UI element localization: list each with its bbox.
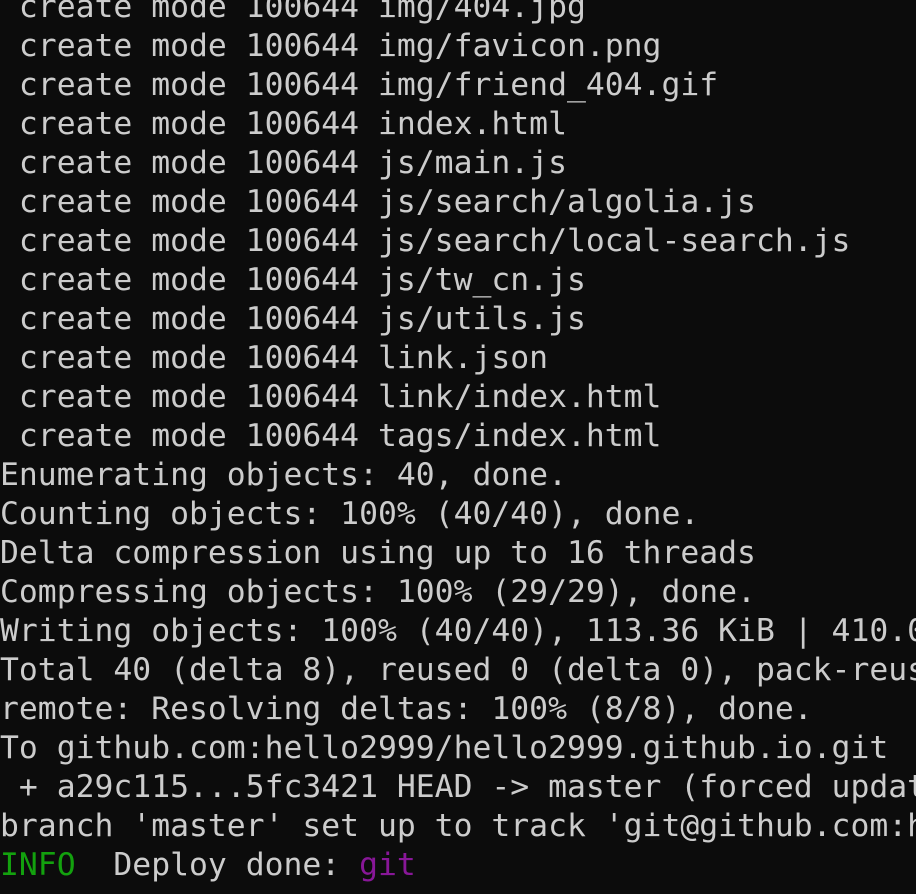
output-line: branch 'master' set up to track 'git@git… [0, 808, 916, 844]
output-line: create mode 100644 img/404.jpg [0, 0, 586, 25]
output-line: remote: Resolving deltas: 100% (8/8), do… [0, 691, 813, 727]
output-line: create mode 100644 js/utils.js [0, 301, 586, 337]
output-line: Compressing objects: 100% (29/29), done. [0, 574, 756, 610]
output-line: Delta compression using up to 16 threads [0, 535, 756, 571]
output-line: + a29c115...5fc3421 HEAD -> master (forc… [0, 769, 916, 805]
output-line: Writing objects: 100% (40/40), 113.36 Ki… [0, 613, 916, 649]
output-line: Enumerating objects: 40, done. [0, 457, 567, 493]
output-line: create mode 100644 link/index.html [0, 379, 662, 415]
deploy-target: git [359, 847, 416, 883]
output-line: create mode 100644 tags/index.html [0, 418, 662, 454]
output-line: Total 40 (delta 8), reused 0 (delta 0), … [0, 652, 916, 688]
terminal-output: create mode 100644 img/404.jpg create mo… [0, 0, 916, 885]
info-line: INFO Deploy done: git [0, 846, 916, 885]
output-line: create mode 100644 index.html [0, 106, 567, 142]
output-line: create mode 100644 img/favicon.png [0, 28, 662, 64]
output-line: create mode 100644 js/main.js [0, 145, 567, 181]
output-line: create mode 100644 link.json [0, 340, 549, 376]
output-line: To github.com:hello2999/hello2999.github… [0, 730, 889, 766]
output-line: create mode 100644 img/friend_404.gif [0, 67, 719, 103]
info-message: Deploy done: [75, 847, 360, 883]
output-line: create mode 100644 js/tw_cn.js [0, 262, 586, 298]
output-line: create mode 100644 js/search/local-searc… [0, 223, 851, 259]
output-line: create mode 100644 js/search/algolia.js [0, 184, 756, 220]
output-line: Counting objects: 100% (40/40), done. [0, 496, 700, 532]
info-level: INFO [0, 847, 76, 883]
